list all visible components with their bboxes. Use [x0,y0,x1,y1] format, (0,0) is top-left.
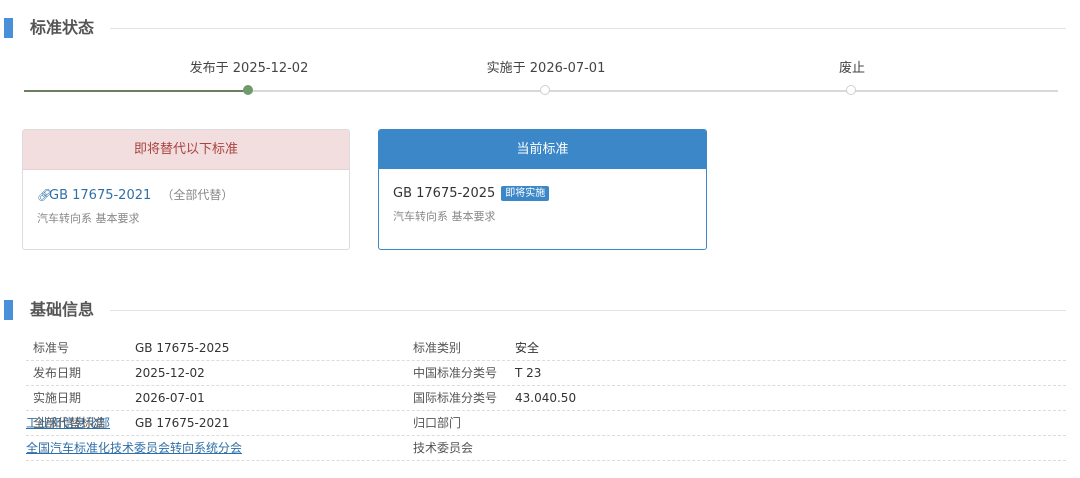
field-value: 43.040.50 [515,391,577,405]
replaced-standard-title: 汽车转向系 基本要求 [37,212,140,225]
section-divider [110,28,1066,29]
field-value: GB 17675-2021 [135,416,230,430]
section-title: 基础信息 [30,300,95,319]
field-label: 国际标准分类号 [413,391,498,405]
timeline-dot [540,85,550,95]
table-row: 技术委员会 全国汽车标准化技术委员会转向系统分会 [26,436,1066,461]
section-title: 标准状态 [30,18,95,37]
current-standard-title: 汽车转向系 基本要求 [393,210,496,223]
standard-detail-page: 标准状态 发布于 2025-12-02 实施于 2026-07-01 废止 即将… [0,0,1080,478]
field-label: 标准号 [33,341,70,355]
field-label: 实施日期 [33,391,82,405]
current-standard-code: GB 17675-2025 [393,186,496,201]
basic-info-table: 标准号 GB 17675-2025 标准类别 安全 发布日期 2025-12-0… [26,336,1066,461]
committee-link[interactable]: 全国汽车标准化技术委员会转向系统分会 [26,441,242,455]
replace-scope-note: （全部代替） [161,188,234,202]
section-header-info: 基础信息 [0,298,1066,322]
field-label: 发布日期 [33,366,82,380]
table-row: 实施日期 2026-07-01 国际标准分类号 43.040.50 [26,386,1066,411]
field-label: 归口部门 [413,416,462,430]
table-row: 标准号 GB 17675-2025 标准类别 安全 [26,336,1066,361]
replaced-standard-link[interactable]: 🔗︎GB 17675-2021 [37,188,155,203]
field-value: 2026-07-01 [135,391,205,405]
current-standard-card: 当前标准 GB 17675-2025 即将实施 汽车转向系 基本要求 [378,129,707,250]
timeline-progress [24,90,248,92]
field-label: 全部代替标准 [33,416,106,430]
timeline-step-label: 废止 [838,61,865,76]
timeline-dot-done [243,85,253,95]
timeline-dot [846,85,856,95]
timeline-step-abolished: 废止 [762,60,942,95]
link-icon: 🔗︎ [37,188,53,202]
field-label: 中国标准分类号 [413,366,498,380]
section-accent-bar [4,300,13,320]
field-value: 2025-12-02 [135,366,205,380]
field-value: GB 17675-2025 [135,341,230,355]
card-header: 即将替代以下标准 [23,130,349,170]
section-accent-bar [4,18,13,38]
timeline-step-implemented: 实施于 2026-07-01 [456,60,636,95]
section-header-status: 标准状态 [0,16,1066,40]
field-value: 安全 [515,341,540,355]
section-divider [110,310,1066,311]
replaced-standard-code: GB 17675-2021 [49,188,152,203]
timeline-step-published: 发布于 2025-12-02 [159,60,339,95]
field-value: T 23 [515,366,542,380]
timeline-step-label: 发布于 2025-12-02 [189,61,309,76]
table-row: 发布日期 2025-12-02 中国标准分类号 T 23 [26,361,1066,386]
replaced-standard-card: 即将替代以下标准 🔗︎GB 17675-2021 （全部代替） 汽车转向系 基本… [22,129,350,250]
table-row: 全部代替标准 GB 17675-2021 归口部门 工业和信息化部 [26,411,1066,436]
status-badge: 即将实施 [501,186,550,201]
card-header: 当前标准 [379,130,706,169]
field-label: 技术委员会 [413,441,474,455]
timeline-step-label: 实施于 2026-07-01 [486,61,606,76]
status-timeline: 发布于 2025-12-02 实施于 2026-07-01 废止 [24,60,1058,100]
field-label: 标准类别 [413,341,462,355]
